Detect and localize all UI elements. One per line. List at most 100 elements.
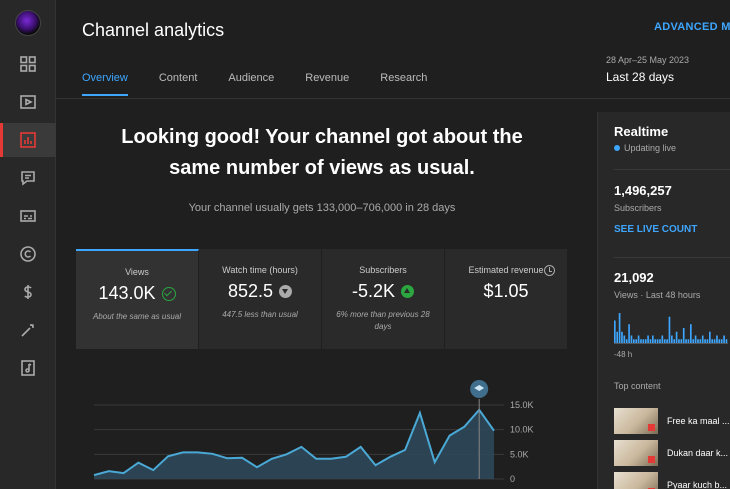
metric-value: -5.2K <box>351 281 396 301</box>
top-content-item[interactable]: Pyaar kuch b... <box>614 472 730 489</box>
realtime-axis-label: -48 h <box>614 350 633 359</box>
metric-card-watch-time[interactable]: Watch time (hours) 852.5 447.5 less than… <box>199 249 322 349</box>
realtime-bar <box>642 339 645 343</box>
arrow-up-icon <box>401 285 415 298</box>
subtitles-icon[interactable] <box>0 199 56 233</box>
realtime-bar <box>628 324 630 343</box>
tab-revenue[interactable]: Revenue <box>305 72 349 98</box>
see-live-count-link[interactable]: SEE LIVE COUNT <box>614 224 697 235</box>
chart-tick-label: 0 <box>510 474 515 484</box>
realtime-bar <box>673 339 676 343</box>
top-content-item[interactable]: Dukan daar k... <box>614 440 730 466</box>
audio-library-icon[interactable] <box>0 351 56 385</box>
realtime-bar <box>699 339 702 343</box>
top-content-label: Top content <box>614 381 661 391</box>
realtime-bar <box>725 339 728 343</box>
content-icon[interactable] <box>0 85 56 119</box>
realtime-bar <box>640 339 642 343</box>
tab-research[interactable]: Research <box>380 72 427 98</box>
realtime-bar <box>633 339 635 343</box>
realtime-bar <box>697 339 699 343</box>
metric-card-revenue[interactable]: Estimated revenue $1.05 <box>445 249 568 349</box>
tab-bar: Overview Content Audience Revenue Resear… <box>82 72 458 98</box>
realtime-bar <box>682 328 685 343</box>
realtime-bar <box>647 335 649 343</box>
metric-card-views[interactable]: Views 143.0K About the same as usual <box>76 249 199 349</box>
dashboard-icon[interactable] <box>0 47 56 81</box>
realtime-bar <box>656 339 659 343</box>
realtime-subscribers-label: Subscribers <box>614 203 662 213</box>
left-rail <box>0 0 56 489</box>
top-content-item[interactable]: Free ka maal ... <box>614 408 730 434</box>
customization-icon[interactable] <box>0 313 56 347</box>
tab-content[interactable]: Content <box>159 72 198 98</box>
metric-value: 852.5 <box>227 281 274 301</box>
tab-audience[interactable]: Audience <box>228 72 274 98</box>
metric-note: 6% more than previous 28 days <box>336 310 430 331</box>
date-range-selector[interactable]: Last 28 days <box>606 70 674 84</box>
metric-card-subscribers[interactable]: Subscribers -5.2K 6% more than previous … <box>322 249 445 349</box>
header-divider <box>56 98 730 99</box>
realtime-bar <box>675 331 678 343</box>
realtime-bar <box>720 339 723 343</box>
realtime-bar <box>618 313 621 343</box>
headline-line-1: Looking good! Your channel got about the <box>121 126 523 148</box>
live-status-text: Updating live <box>624 143 677 153</box>
realtime-panel: Realtime Updating live 1,496,257 Subscri… <box>597 112 730 489</box>
realtime-bar <box>654 339 657 343</box>
chart-tick-label: 5.0K <box>510 449 529 459</box>
realtime-bar <box>621 331 623 343</box>
video-thumbnail <box>614 472 658 489</box>
realtime-divider <box>614 257 730 258</box>
realtime-bar <box>661 335 664 343</box>
realtime-bar <box>690 324 692 343</box>
analytics-icon[interactable] <box>0 123 56 157</box>
realtime-bar <box>614 320 616 343</box>
tab-overview[interactable]: Overview <box>82 72 128 98</box>
realtime-bar <box>718 339 721 343</box>
metric-label: Views <box>125 267 149 277</box>
copyright-icon[interactable] <box>0 237 56 271</box>
realtime-bar <box>694 335 697 343</box>
realtime-bar <box>692 339 695 343</box>
usual-range-text: Your channel usually gets 133,000–706,00… <box>188 202 456 214</box>
realtime-bar <box>685 339 687 343</box>
realtime-bar <box>709 331 711 343</box>
realtime-subscribers-value: 1,496,257 <box>614 183 672 198</box>
metric-cards: Views 143.0K About the same as usual Wat… <box>76 249 568 349</box>
realtime-bar <box>666 339 668 343</box>
studio-window: Channel analytics ADVANCED MO Overview C… <box>0 0 730 489</box>
earn-icon[interactable] <box>0 275 56 309</box>
clock-icon[interactable] <box>544 265 555 276</box>
realtime-views-label: Views · Last 48 hours <box>614 290 701 300</box>
date-range-text[interactable]: 28 Apr–25 May 2023 <box>606 55 689 65</box>
realtime-bar <box>630 335 633 343</box>
realtime-bar <box>704 339 706 343</box>
metric-value: $1.05 <box>483 281 529 301</box>
realtime-bar <box>637 335 640 343</box>
realtime-views-value: 21,092 <box>614 270 654 285</box>
realtime-bar <box>723 335 725 343</box>
realtime-bar-chart[interactable] <box>614 312 728 344</box>
realtime-bar <box>668 316 671 343</box>
summary-headline: Looking good! Your channel got about the… <box>76 122 568 184</box>
live-dot-icon <box>614 145 620 151</box>
realtime-title: Realtime <box>614 124 669 139</box>
realtime-bar <box>716 335 718 343</box>
realtime-bar <box>687 339 690 343</box>
realtime-bar <box>644 339 647 343</box>
realtime-bar <box>659 339 661 343</box>
realtime-bar <box>616 331 619 343</box>
metric-value: 143.0K <box>98 283 156 303</box>
realtime-bar <box>623 335 626 343</box>
realtime-bar <box>711 339 714 343</box>
realtime-bar <box>680 339 683 343</box>
check-icon <box>161 286 176 301</box>
channel-avatar[interactable] <box>15 10 41 36</box>
advanced-mode-button[interactable]: ADVANCED MO <box>654 21 730 33</box>
comments-icon[interactable] <box>0 161 56 195</box>
live-status: Updating live <box>614 143 676 153</box>
views-chart[interactable]: 15.0K 10.0K 5.0K 0 <box>76 375 566 489</box>
metric-label: Subscribers <box>359 265 407 275</box>
realtime-bar <box>678 339 680 343</box>
